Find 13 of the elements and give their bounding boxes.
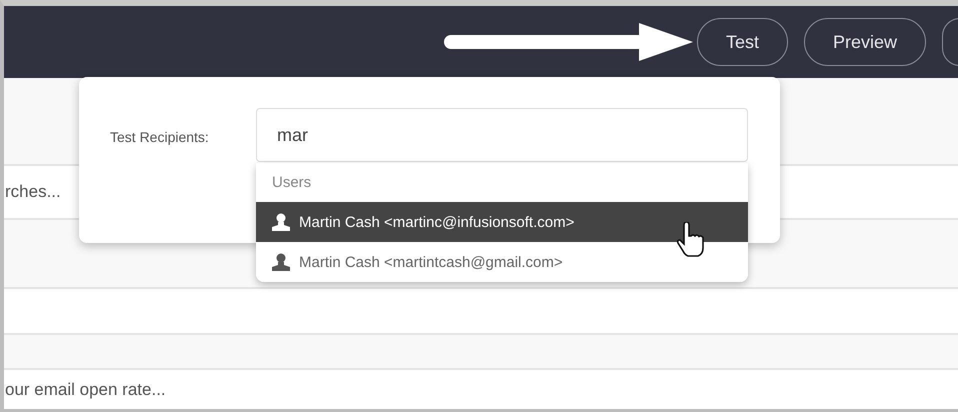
suggestion-item[interactable]: Martin Cash <martintcash@gmail.com> <box>256 242 748 282</box>
user-icon <box>271 213 291 231</box>
group-heading: Users <box>272 174 312 191</box>
header-button[interactable]: Preview <box>804 18 926 66</box>
user-icon <box>271 253 291 271</box>
arrow-icon <box>442 23 693 61</box>
recipients-field[interactable]: mar <box>256 108 748 162</box>
field-label: Test Recipients: <box>110 129 209 145</box>
row-text: our email open rate... <box>5 380 166 400</box>
suggestion-item[interactable]: Martin Cash <martinc@infusionsoft.com> <box>256 202 748 242</box>
header-button[interactable]: Test <box>696 18 788 66</box>
hand-pointer-icon <box>676 222 706 258</box>
row-text: rches... <box>5 182 61 202</box>
